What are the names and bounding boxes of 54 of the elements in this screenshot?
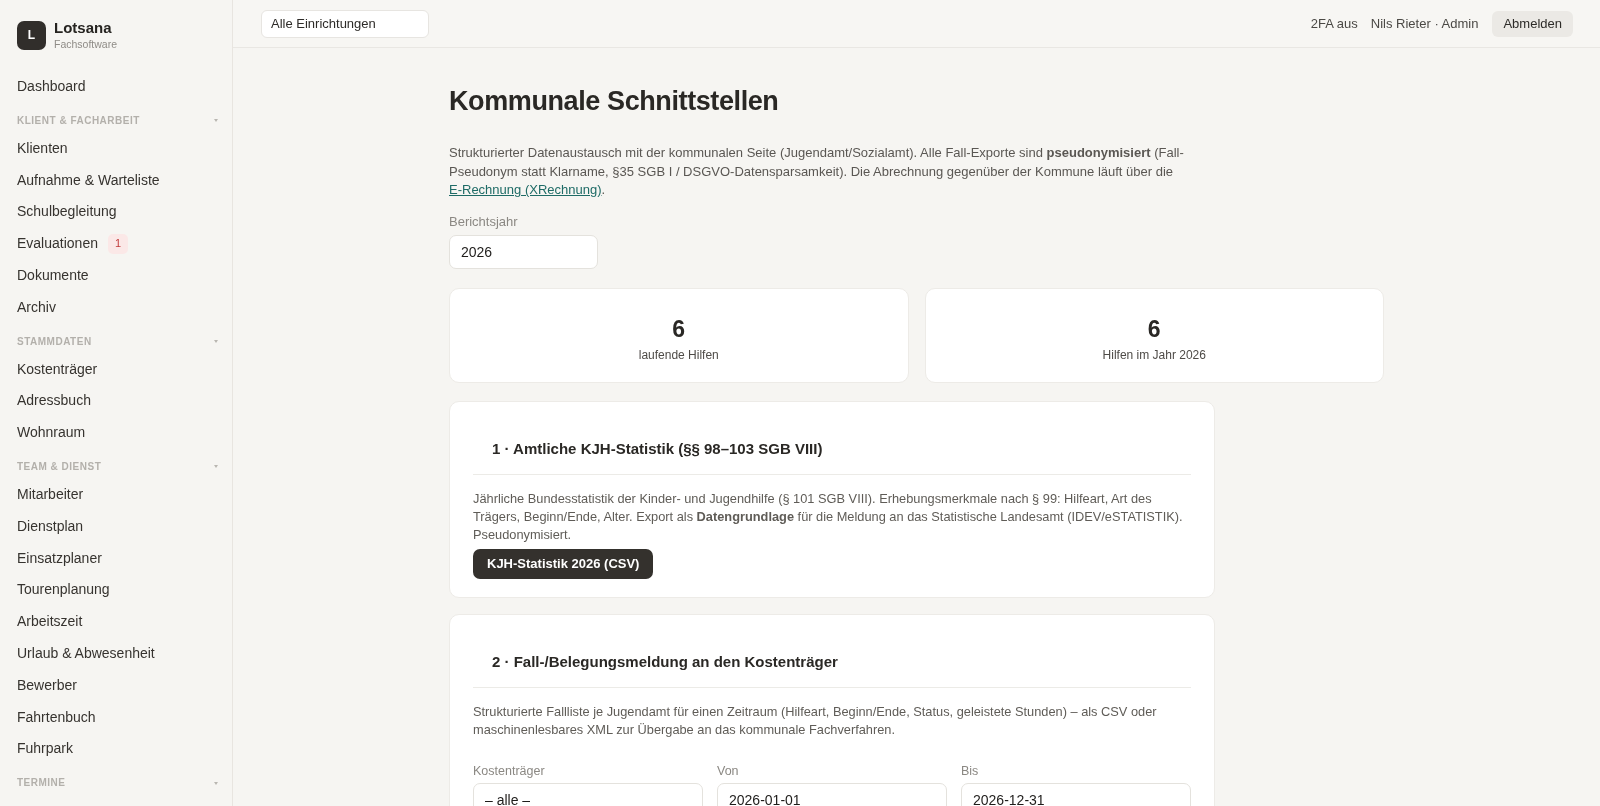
- section-title: 2 · Fall-/Belegungsmeldung an den Kostenträger: [492, 651, 838, 672]
- nav-item[interactable]: Fahrtenbuch: [9, 701, 104, 734]
- nav-item[interactable]: Dokumente: [9, 260, 97, 292]
- page-title: Kommunale Schnittstellen: [449, 85, 779, 118]
- two-factor-status: 2FA aus: [1310, 15, 1358, 32]
- nav-item[interactable]: Bewerber: [9, 669, 85, 702]
- nav-item[interactable]: Adressbuch: [9, 385, 99, 418]
- logo-mark: L: [17, 20, 46, 50]
- field-label: Bis: [961, 763, 979, 779]
- nav-item[interactable]: Schulbegleitung: [9, 196, 125, 229]
- field-label: Kostenträger: [473, 763, 545, 779]
- section-heading: TEAM & DIENST: [17, 460, 102, 473]
- stat-value: 6: [1147, 314, 1161, 343]
- nav-item[interactable]: Mitarbeiter: [9, 478, 92, 511]
- section-description: Strukturierte Fallliste je Jugendamt für einen Zeitraum (Hilfeart, Beginn/Ende, Status, geleistete Stunden) – als CSV oder maschinenlesbares XML zur Übergabe an das kommunale Fachverfahren.: [473, 702, 1158, 739]
- nav-item[interactable]: Dashboard: [9, 71, 94, 103]
- facility-select[interactable]: Alle Einrichtungen: [261, 9, 429, 38]
- stat-label: Hilfen im Jahr 2026: [1102, 346, 1206, 363]
- section-heading: TERMINE: [17, 777, 66, 790]
- logout-button[interactable]: Abmelden: [1492, 10, 1573, 37]
- input-field[interactable]: 2026-01-01: [717, 782, 947, 806]
- nav-item[interactable]: Wohnraum: [9, 417, 94, 449]
- nav-item[interactable]: Einsatzplaner: [9, 542, 110, 575]
- field-label: Berichtsjahr: [449, 213, 518, 230]
- intro-text: Strukturierter Datenaustausch mit der kommunalen Seite (Jugendamt/Sozialamt). Alle Fall-Exporte sind pseudonymisiert (Fall-Pseudonym statt Klarname, §35 SGB I / DSGVO-Datensparsamkeit). Die Abrechnung gegenüber der Kommune läuft über die E-Rechnung (XRechnung).: [449, 144, 1184, 199]
- count-badge: 1: [107, 234, 129, 254]
- year-input[interactable]: 2026: [449, 234, 598, 269]
- nav-item[interactable]: Urlaub & Abwesenheit: [9, 637, 163, 670]
- user-name: Nils Rieter · Admin: [1370, 15, 1479, 32]
- app-subtitle: Fachsoftware: [54, 38, 118, 51]
- caret-icon[interactable]: [214, 781, 218, 785]
- nav-item[interactable]: Arbeitszeit: [9, 606, 91, 638]
- nav-item[interactable]: Klienten: [9, 132, 76, 165]
- nav-item[interactable]: Fuhrpark: [9, 733, 82, 766]
- stat-value: 6: [672, 314, 686, 343]
- caret-icon[interactable]: [214, 119, 218, 123]
- caret-icon[interactable]: [214, 465, 218, 469]
- export-button[interactable]: KJH-Statistik 2026 (CSV): [473, 548, 654, 579]
- nav-item[interactable]: Tourenplanung: [9, 574, 118, 607]
- input-field[interactable]: – alle –: [473, 782, 703, 806]
- nav-item[interactable]: Dienstplan: [9, 510, 92, 543]
- section-description: Jährliche Bundesstatistik der Kinder- und Jugendhilfe (§ 101 SGB VIII). Erhebungsmerkmale nach § 99: Hilfeart, Art des Trägers, Beginn/Ende, Alter. Export als Datengrundlage für die Meldung an das Statistische Landesamt (IDEV/eSTATISTIK). Pseudonymisiert.: [473, 489, 1184, 544]
- stat-label: laufende Hilfen: [638, 346, 719, 363]
- app-name: Lotsana: [54, 19, 112, 36]
- field-label: Von: [717, 763, 739, 779]
- section-heading: KLIENT & FACHARBEIT: [17, 114, 140, 127]
- nav-item[interactable]: Evaluationen 1: [9, 228, 137, 260]
- nav-item[interactable]: Archiv: [9, 291, 64, 324]
- nav-item[interactable]: Aufnahme & Warteliste: [9, 164, 168, 197]
- input-field[interactable]: 2026-12-31: [961, 782, 1191, 806]
- nav-item[interactable]: Kostenträger: [9, 353, 106, 386]
- section-title: 1 · Amtliche KJH-Statistik (§§ 98–103 SGB VIII): [492, 438, 823, 459]
- section-heading: STAMMDATEN: [17, 335, 92, 348]
- caret-icon[interactable]: [214, 340, 218, 344]
